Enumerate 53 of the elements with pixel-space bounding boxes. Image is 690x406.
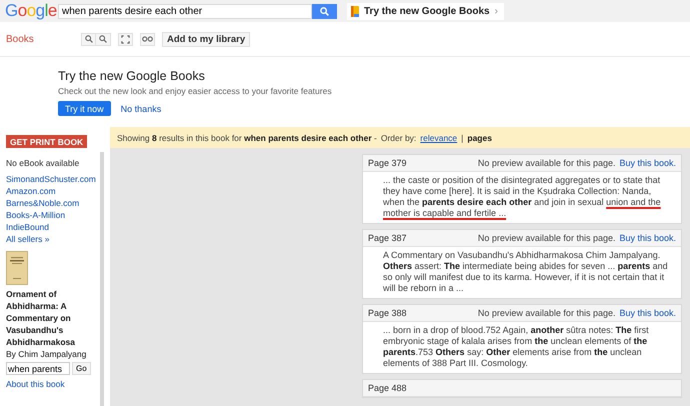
page-number[interactable]: Page 379 (368, 158, 407, 168)
book-search-field[interactable]: when parents (6, 362, 70, 375)
book-title: Ornament of Abhidharma: A Commentary on Vasubandhu's Abhidharmakosa (6, 288, 76, 348)
result-snippet: A Commentary on Vasubandhu's Abhidharmakosa Chim Jampalyang. Others assert: The intermediate being abides for seven ... parents and so only will manifest due to its karma. However, if it is not certain that it will be reborn in a ... (382, 249, 669, 295)
seller-link[interactable]: SimonandSchuster.com (6, 173, 96, 185)
promo-title: Try the new Google Books (58, 69, 206, 83)
sort-option[interactable]: relevance (420, 132, 458, 142)
buy-book-link[interactable]: Buy this book. (619, 308, 676, 318)
result-snippet: ... born in a drop of blood.752 Again, another sûtra notes: The first embryonic stage of kalala arises from the unclean elements of the parents.753 Others say: Other elements arise from the unclean elements of 388 Part III. Cosmology. (382, 324, 650, 370)
go-button[interactable]: Go (72, 362, 91, 375)
about-book-link[interactable]: About this book (6, 379, 65, 389)
add-to-library-button[interactable]: Add to my library (162, 32, 250, 46)
page-number[interactable]: Page 388 (368, 308, 407, 318)
seller-link[interactable]: Amazon.com (6, 185, 96, 197)
zoom-in-button[interactable] (81, 32, 96, 46)
scrollbar[interactable] (100, 152, 104, 406)
page-number[interactable]: Page 488 (368, 383, 407, 393)
zoom-in-icon (84, 35, 92, 43)
seller-link[interactable]: Barnes&Noble.com (6, 197, 96, 209)
google-logo[interactable]: Google (5, 1, 58, 21)
section-title: Books (6, 34, 35, 44)
result-snippet: ... the caste or position of the disintegrated aggregates or to state that they have come [here]. It is said in the Kṣudraka Collection: Nanda, when the parents desire each other and join in sexual union and the mother is capable and fertile ... (382, 174, 662, 220)
zoom-out-icon (99, 35, 107, 43)
promo-description: Check out the new look and enjoy easier access to your favorite features (58, 86, 333, 96)
page-number[interactable]: Page 387 (368, 233, 407, 243)
search-button[interactable] (312, 4, 337, 18)
fullscreen-button[interactable] (118, 32, 133, 46)
order-label: Order by: (380, 132, 416, 142)
results-summary: Showing 8 results in this book for when parents desire each other - (117, 132, 377, 142)
fullscreen-icon (121, 34, 130, 44)
seller-link[interactable]: All sellers » (6, 233, 96, 245)
try-new-books-chip[interactable]: Try the new Google Books › (347, 2, 504, 20)
seller-link[interactable]: IndieBound (6, 221, 96, 233)
buy-book-link[interactable]: Buy this book. (619, 233, 676, 243)
zoom-out-button[interactable] (96, 32, 111, 46)
seller-link[interactable]: Books-A-Million (6, 209, 96, 221)
search-field[interactable]: when parents desire each other (58, 4, 312, 18)
no-preview-notice: No preview available for this page. (478, 308, 616, 318)
separator: | (461, 132, 464, 142)
get-print-book-button[interactable]: GET PRINT BOOK (6, 135, 88, 148)
link-icon (142, 36, 153, 42)
link-button[interactable] (140, 32, 155, 46)
ebook-note: No eBook available (6, 158, 80, 168)
book-author: By Chim Jampalyang (6, 349, 86, 359)
no-preview-notice: No preview available for this page. (478, 233, 616, 243)
search-icon (320, 6, 329, 16)
buy-book-link[interactable]: Buy this book. (619, 158, 676, 168)
book-cover-thumbnail[interactable] (6, 251, 28, 285)
no-thanks-link[interactable]: No thanks (120, 104, 162, 114)
no-preview-notice: No preview available for this page. (478, 158, 616, 168)
book-icon (351, 6, 359, 16)
sort-option[interactable]: pages (467, 132, 492, 142)
try-it-now-button[interactable]: Try it now (58, 101, 111, 116)
